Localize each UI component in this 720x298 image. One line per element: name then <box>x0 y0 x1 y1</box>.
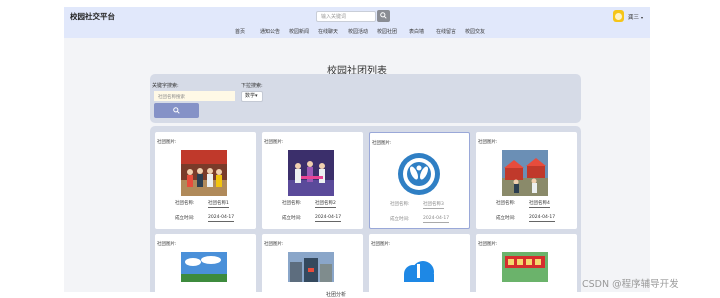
club-image-label: 社团图片: <box>478 242 498 247</box>
page-container: 校园社交平台 龚三▾ 首页 通知公告 校园新闻 在线聊天 校园活动 校园社团 表… <box>64 7 650 292</box>
search-input[interactable] <box>316 11 376 22</box>
club-image-label: 社团图片: <box>157 242 177 247</box>
club-image-label: 社团图片: <box>371 242 391 247</box>
club-card[interactable]: 社团图片: <box>262 234 363 292</box>
nav-notices[interactable]: 通知公告 <box>260 28 280 35</box>
user-name: 龚三 <box>628 15 640 21</box>
nav-friends[interactable]: 校园交友 <box>465 28 485 35</box>
club-image <box>395 252 441 282</box>
search-submit-button[interactable] <box>154 103 199 118</box>
nav-chat[interactable]: 在线聊天 <box>318 28 338 35</box>
keyword-label: 关键字搜索: <box>152 83 179 89</box>
club-date: 2024-04-17 <box>423 216 450 223</box>
watermark-text: CSDN @程序辅导开发 <box>582 279 679 290</box>
club-image-label: 社团图片: <box>264 242 284 247</box>
search-icon <box>380 12 387 19</box>
top-bar: 校园社交平台 龚三▾ <box>64 7 650 27</box>
category-dropdown[interactable]: 数学▾ <box>241 91 263 102</box>
search-icon <box>173 107 180 114</box>
nav-home[interactable]: 首页 <box>235 28 245 35</box>
club-name: 社团名称1 <box>208 201 229 208</box>
club-image-label: 社团图片: <box>372 141 392 146</box>
club-image-label: 社团图片: <box>478 140 498 145</box>
club-name: 社团名称4 <box>529 201 550 208</box>
club-name-label: 社团名称: <box>175 201 195 206</box>
club-name: 社团名称3 <box>423 202 444 209</box>
search-button[interactable] <box>377 10 390 22</box>
club-date-label: 成立时间: <box>390 217 410 222</box>
club-date: 2024-04-17 <box>315 215 342 222</box>
club-date-label: 成立时间: <box>496 216 516 221</box>
club-name: 社团名称2 <box>315 201 336 208</box>
club-date: 2024-04-17 <box>529 215 556 222</box>
club-image <box>396 151 442 197</box>
club-card[interactable]: 社团图片: 社团名称: 社团名称2 成立时间: 2024-04-17 <box>262 132 363 229</box>
club-card[interactable]: 社团图片: 社团名称: 社团名称3 成立时间: 2024-04-17 <box>369 132 470 229</box>
club-image <box>288 252 334 282</box>
club-image <box>288 150 334 196</box>
keyword-input[interactable] <box>154 91 235 101</box>
club-card[interactable]: 社团图片: 社团名称: 社团名称4 成立时间: 2024-04-17 <box>476 132 577 229</box>
search-panel: 关键字搜索: 下拉搜索: 数学▾ <box>150 74 581 123</box>
club-card[interactable]: 社团图片: <box>155 234 256 292</box>
nav-messages[interactable]: 在线留言 <box>436 28 456 35</box>
user-menu[interactable]: 龚三 ▾ <box>628 13 643 21</box>
club-date-label: 成立时间: <box>282 216 302 221</box>
club-card[interactable]: 社团图片: 社团名称: 社团名称1 成立时间: 2024-04-17 <box>155 132 256 229</box>
club-image-label: 社团图片: <box>264 140 284 145</box>
club-image <box>502 150 548 196</box>
club-image-label: 社团图片: <box>157 140 177 145</box>
club-image <box>181 150 227 196</box>
brand-title: 校园社交平台 <box>70 12 115 21</box>
nav-confession-wall[interactable]: 表白墙 <box>409 28 424 35</box>
chevron-down-icon: ▾ <box>641 15 644 20</box>
club-date-label: 成立时间: <box>175 216 195 221</box>
nav-clubs[interactable]: 校园社团 <box>377 28 397 35</box>
club-grid: 社团图片: 社团名称: 社团名称1 成立时间: 2024-04-17 社团图片: 社… <box>150 126 581 292</box>
club-card[interactable]: 社团图片: <box>476 234 577 292</box>
avatar[interactable] <box>613 10 624 22</box>
main-nav: 首页 通知公告 校园新闻 在线聊天 校园活动 校园社团 表白墙 在线留言 校园交… <box>64 27 650 38</box>
dropdown-label: 下拉搜索: <box>241 83 263 89</box>
club-name-label: 社团名称: <box>282 201 302 206</box>
nav-activities[interactable]: 校园活动 <box>348 28 368 35</box>
nav-news[interactable]: 校园新闻 <box>289 28 309 35</box>
club-name-label: 社团名称: <box>390 202 410 207</box>
club-date: 2024-04-17 <box>208 215 235 222</box>
bottom-text: 社团分析 <box>326 292 347 298</box>
club-name-label: 社团名称: <box>496 201 516 206</box>
club-card[interactable]: 社团图片: <box>369 234 470 292</box>
club-image <box>502 252 548 282</box>
club-image <box>181 252 227 282</box>
